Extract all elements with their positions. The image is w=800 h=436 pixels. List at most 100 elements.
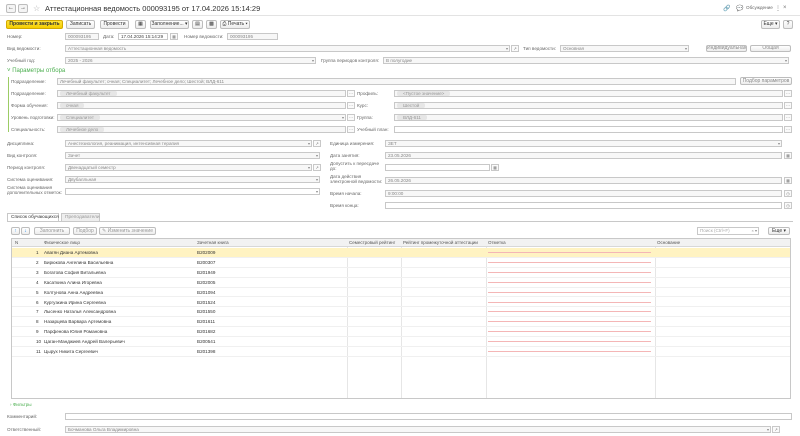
table-row[interactable]: 11 Цырух Никита Сергеевич B201398 bbox=[12, 347, 790, 357]
col-person[interactable]: Физическое лицо bbox=[44, 239, 80, 247]
favorite-star-icon[interactable]: ☆ bbox=[33, 4, 40, 13]
fill-table-button[interactable]: Заполнить bbox=[34, 227, 70, 235]
table-row[interactable]: 9 Парфенова Юлия Романовна B201682 bbox=[12, 327, 790, 338]
filters-link[interactable]: › Фильтры bbox=[10, 402, 32, 407]
edit-icon[interactable]: ⋯ bbox=[784, 126, 792, 133]
open-icon[interactable]: ↗ bbox=[313, 140, 321, 147]
specialty-field[interactable]: Лечебное дело bbox=[57, 126, 346, 133]
end-time-field[interactable] bbox=[385, 202, 782, 209]
post-and-close-button[interactable]: Провести и закрыть bbox=[6, 20, 63, 29]
lesson-date-field[interactable]: 23.05.2026 bbox=[385, 152, 782, 159]
responsible-field[interactable]: Бочманова Ольга Владимировна ▾ bbox=[65, 426, 771, 433]
subdivision-field[interactable]: Лечебный факультет bbox=[57, 90, 346, 97]
edit-icon[interactable]: ⋯ bbox=[347, 90, 355, 97]
level-field[interactable]: Специалитет ▾ bbox=[57, 114, 346, 121]
sheet-kind-field[interactable]: Основная ▾ bbox=[560, 45, 689, 52]
help-button[interactable]: ? bbox=[783, 20, 793, 29]
valid-until-field[interactable]: 26.05.2026 bbox=[385, 177, 782, 184]
edit-icon[interactable]: ⋯ bbox=[784, 102, 792, 109]
profile-field[interactable]: <Пустое значение> bbox=[394, 90, 783, 97]
move-up-icon[interactable]: ↑ bbox=[11, 227, 20, 235]
tab-teachers[interactable]: Преподаватели bbox=[61, 213, 100, 221]
open-icon[interactable]: ↗ bbox=[772, 426, 780, 433]
table-row[interactable]: 2 Бирюкова Ангелина Васильевна B200307 bbox=[12, 258, 790, 268]
col-n[interactable]: N bbox=[15, 239, 18, 247]
change-value-button[interactable]: ✎ Изменить значение bbox=[99, 227, 156, 235]
select-button[interactable]: Подбор bbox=[73, 227, 97, 235]
admit-field[interactable] bbox=[385, 164, 490, 171]
col-book[interactable]: Зачетная книга bbox=[197, 239, 229, 247]
post-button[interactable]: Провести bbox=[100, 20, 129, 29]
menu-dots-icon[interactable]: ⋮ bbox=[775, 5, 781, 12]
table-row[interactable]: 3 Богатова София Витальевна B201949 bbox=[12, 268, 790, 278]
filters-section-header[interactable]: ˅ Параметры отбора bbox=[7, 68, 65, 74]
division-field[interactable]: Лечебный факультет; очная; Специалитет; … bbox=[57, 78, 736, 85]
grading-extra-field[interactable]: ▾ bbox=[65, 188, 320, 195]
clock-icon[interactable]: ◷ bbox=[784, 190, 792, 197]
structure-icon[interactable]: ▦ bbox=[135, 20, 146, 29]
table-row[interactable]: 1 Авагян Диана Артемовна B202009 bbox=[12, 248, 790, 258]
more-menu-button[interactable]: Еще ▾ bbox=[761, 20, 780, 29]
unit-label: Единица измерения: bbox=[330, 141, 375, 146]
individual-button[interactable]: Индивидуальная bbox=[706, 45, 747, 52]
control-period-field[interactable]: Двенадцатый семестр ▾ bbox=[65, 164, 312, 171]
edit-icon[interactable]: ⋯ bbox=[784, 90, 792, 97]
close-icon[interactable]: × bbox=[783, 5, 787, 11]
chat-icon[interactable]: 💬 bbox=[736, 5, 743, 12]
col-semester-rating[interactable]: Семестровый рейтинг bbox=[349, 239, 395, 247]
calendar-icon[interactable]: ▦ bbox=[784, 177, 792, 184]
sheet-number-field[interactable]: 000093195 bbox=[227, 33, 278, 40]
table-row[interactable]: 4 Касаткина Алина Игоревна B202005 bbox=[12, 278, 790, 288]
discussions-link[interactable]: Обсуждение bbox=[746, 4, 773, 11]
number-field[interactable]: 000093195 bbox=[65, 33, 99, 40]
col-mark[interactable]: Отметка bbox=[488, 239, 506, 247]
date-field[interactable]: 17.04.2026 15:14:29 bbox=[118, 33, 168, 40]
clock-icon[interactable]: ◷ bbox=[784, 202, 792, 209]
start-time-field[interactable]: 9:00:00 bbox=[385, 190, 782, 197]
comment-field[interactable] bbox=[65, 413, 792, 420]
select-params-button[interactable]: Подбор параметров bbox=[740, 77, 792, 85]
table-row[interactable]: 10 Цаган-Манджиев Андрей Валерьевич B20054… bbox=[12, 337, 790, 347]
common-button[interactable]: Общая bbox=[750, 45, 791, 52]
table-row[interactable]: 8 Назарцева Варвара Артемовна B201611 bbox=[12, 317, 790, 328]
year-field[interactable]: 2025 - 2026 ▾ bbox=[65, 57, 316, 64]
study-form-field[interactable]: очная bbox=[57, 102, 346, 109]
control-type-field[interactable]: Зачет ▾ bbox=[65, 152, 320, 159]
plan-field[interactable] bbox=[394, 126, 783, 133]
course-field[interactable]: Шестой bbox=[394, 102, 783, 109]
period-group-field[interactable]: В полугодие ▾ bbox=[383, 57, 789, 64]
print-menu-button[interactable]: ⎙ Печать ▾ bbox=[220, 20, 250, 29]
col-interim-rating[interactable]: Рейтинг промежуточной аттестации bbox=[403, 239, 478, 247]
link-icon[interactable]: 🔗 bbox=[723, 5, 730, 12]
sheet-type-field[interactable]: Аттестационная ведомость ▾ bbox=[65, 45, 510, 52]
edit-icon[interactable]: ⋯ bbox=[347, 114, 355, 121]
chevron-down-icon: ▾ bbox=[307, 165, 310, 170]
table-row[interactable]: 7 Лысенко Наталья Александровна B201550 bbox=[12, 307, 790, 318]
calendar-icon[interactable]: ▦ bbox=[491, 164, 499, 171]
tab-students[interactable]: Список обучающихся bbox=[7, 213, 59, 221]
open-icon[interactable]: ↗ bbox=[511, 45, 519, 52]
report-icon[interactable]: ▤ bbox=[192, 20, 203, 29]
col-basis[interactable]: Основание bbox=[657, 239, 680, 247]
grading-field[interactable]: Двубалльная ▾ bbox=[65, 176, 320, 183]
edit-icon[interactable]: ⋯ bbox=[347, 102, 355, 109]
fill-menu-button[interactable]: Заполнение... ▾ bbox=[150, 20, 189, 29]
calendar-icon[interactable]: ▦ bbox=[170, 33, 178, 40]
discipline-field[interactable]: Анестезиология, реанимация, интенсивная … bbox=[65, 140, 312, 147]
table-row[interactable]: 6 Кургузкина Ирина Сергеевна B201524 bbox=[12, 298, 790, 308]
chevron-down-icon: ▾ bbox=[315, 177, 318, 182]
search-input[interactable]: Поиск (Ctrl+F) × ▾ bbox=[697, 227, 759, 235]
save-button[interactable]: Записать bbox=[66, 20, 95, 29]
edit-icon[interactable]: ⋯ bbox=[784, 114, 792, 121]
back-button[interactable]: ← bbox=[6, 4, 16, 13]
forward-button[interactable]: → bbox=[18, 4, 28, 13]
group-field[interactable]: ВЛД-611 bbox=[394, 114, 783, 121]
calendar-icon[interactable]: ▦ bbox=[784, 152, 792, 159]
table-row[interactable]: 5 Колтунова Анна Андреевна B201094 bbox=[12, 288, 790, 298]
grid-more-button[interactable]: Еще ▾ bbox=[768, 227, 790, 235]
table-icon[interactable]: ▩ bbox=[206, 20, 217, 29]
unit-field[interactable]: ЗЕТ ▾ bbox=[385, 140, 782, 147]
edit-icon[interactable]: ⋯ bbox=[347, 126, 355, 133]
open-icon[interactable]: ↗ bbox=[313, 164, 321, 171]
move-down-icon[interactable]: ↓ bbox=[21, 227, 30, 235]
